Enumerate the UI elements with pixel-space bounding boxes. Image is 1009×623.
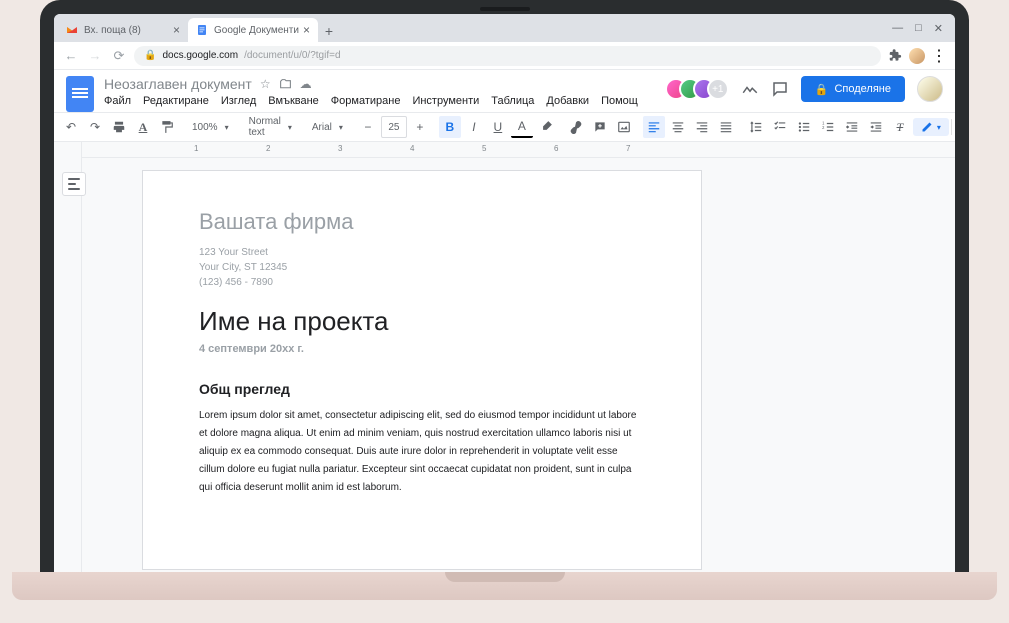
browser-tab-strip: Вх. поща (8) × Google Документи × + — □ …: [54, 14, 955, 42]
section-heading[interactable]: Общ преглед: [199, 381, 645, 397]
menu-icon[interactable]: ⋮: [931, 48, 947, 64]
close-window-icon[interactable]: ✕: [934, 22, 943, 35]
company-address[interactable]: 123 Your Street Your City, ST 12345 (123…: [199, 245, 645, 290]
document-page[interactable]: Вашата фирма 123 Your Street Your City, …: [142, 170, 702, 570]
bullet-list-button[interactable]: [793, 116, 815, 138]
move-icon[interactable]: [279, 78, 292, 91]
menu-edit[interactable]: Редактиране: [143, 95, 209, 107]
insert-link-button[interactable]: [565, 116, 587, 138]
align-justify-button[interactable]: [715, 116, 737, 138]
new-tab-button[interactable]: +: [318, 20, 340, 42]
back-button[interactable]: ←: [62, 48, 80, 63]
vertical-ruler[interactable]: [54, 142, 82, 572]
avatar-more: +1: [707, 78, 729, 100]
bold-button[interactable]: B: [439, 116, 461, 138]
numbered-list-button[interactable]: 12: [817, 116, 839, 138]
menu-file[interactable]: Файл: [104, 95, 131, 107]
profile-icon[interactable]: [909, 48, 925, 64]
star-icon[interactable]: ☆: [260, 77, 271, 91]
align-right-button[interactable]: [691, 116, 713, 138]
undo-button[interactable]: ↶: [60, 116, 82, 138]
font-size-input[interactable]: 25: [381, 116, 407, 138]
zoom-select[interactable]: 100%: [186, 117, 235, 137]
print-button[interactable]: [108, 116, 130, 138]
collaborator-avatars[interactable]: +1: [673, 78, 729, 100]
lock-icon: 🔒: [815, 83, 829, 96]
browser-toolbar: ← → ⟳ 🔒 docs.google.com/document/u/0/?tg…: [54, 42, 955, 70]
underline-button[interactable]: U: [487, 116, 509, 138]
address-bar[interactable]: 🔒 docs.google.com/document/u/0/?tgif=d: [134, 46, 881, 66]
forward-button[interactable]: →: [86, 48, 104, 63]
share-label: Споделяне: [834, 83, 891, 95]
increase-indent-button[interactable]: [865, 116, 887, 138]
align-center-button[interactable]: [667, 116, 689, 138]
document-date[interactable]: 4 септември 20xx г.: [199, 343, 645, 355]
text-color-button[interactable]: A: [511, 116, 533, 138]
menu-insert[interactable]: Вмъкване: [268, 95, 319, 107]
gmail-icon: [66, 24, 78, 36]
horizontal-ruler[interactable]: 1 2 3 4 5 6 7: [82, 142, 955, 158]
insert-image-button[interactable]: [613, 116, 635, 138]
minimize-icon[interactable]: —: [892, 22, 903, 34]
tab-title: Вх. поща (8): [84, 25, 141, 36]
menu-format[interactable]: Форматиране: [331, 95, 401, 107]
line-spacing-button[interactable]: [745, 116, 767, 138]
docs-icon: [196, 24, 208, 36]
formatting-toolbar: ↶ ↷ A 100% Normal text Arial − 25 +: [54, 112, 955, 142]
share-button[interactable]: 🔒 Споделяне: [801, 76, 905, 102]
paint-format-button[interactable]: [156, 116, 178, 138]
browser-tab-docs[interactable]: Google Документи ×: [188, 18, 318, 42]
close-icon[interactable]: ×: [173, 23, 180, 37]
url-path: /document/u/0/?tgif=d: [244, 50, 340, 61]
company-name[interactable]: Вашата фирма: [199, 209, 645, 235]
editor-area: 1 2 3 4 5 6 7 Вашата фирма 123 Your Stre…: [54, 142, 955, 572]
editing-mode-button[interactable]: ▾: [913, 118, 949, 136]
url-domain: docs.google.com: [162, 50, 238, 61]
reload-button[interactable]: ⟳: [110, 48, 128, 64]
account-avatar[interactable]: [917, 76, 943, 102]
docs-logo-icon[interactable]: [66, 76, 94, 112]
highlight-button[interactable]: [535, 116, 557, 138]
redo-button[interactable]: ↷: [84, 116, 106, 138]
style-select[interactable]: Normal text: [243, 117, 298, 137]
checklist-button[interactable]: [769, 116, 791, 138]
cloud-status-icon[interactable]: ☁: [300, 77, 312, 91]
lock-icon: 🔒: [144, 50, 156, 61]
activity-icon[interactable]: [741, 80, 759, 98]
menu-tools[interactable]: Инструменти: [412, 95, 479, 107]
maximize-icon[interactable]: □: [915, 22, 922, 34]
tab-title: Google Документи: [214, 25, 299, 36]
extensions-icon[interactable]: [887, 48, 903, 64]
insert-comment-button[interactable]: [589, 116, 611, 138]
font-select[interactable]: Arial: [306, 117, 349, 137]
docs-header: Неозаглавен документ ☆ ☁ Файл Редактиран…: [54, 70, 955, 112]
menu-help[interactable]: Помощ: [601, 95, 638, 107]
font-size-decrease[interactable]: −: [357, 116, 379, 138]
comments-icon[interactable]: [771, 80, 789, 98]
clear-formatting-button[interactable]: T: [889, 116, 911, 138]
decrease-indent-button[interactable]: [841, 116, 863, 138]
document-title[interactable]: Неозаглавен документ: [104, 76, 252, 92]
hide-menus-button[interactable]: ˆ: [954, 116, 955, 138]
chevron-down-icon: ▾: [937, 123, 941, 132]
project-title[interactable]: Име на проекта: [199, 306, 645, 337]
menu-bar: Файл Редактиране Изглед Вмъкване Формати…: [104, 95, 673, 107]
spellcheck-button[interactable]: A: [132, 116, 154, 138]
menu-table[interactable]: Таблица: [491, 95, 534, 107]
browser-tab-gmail[interactable]: Вх. поща (8) ×: [58, 18, 188, 42]
align-left-button[interactable]: [643, 116, 665, 138]
italic-button[interactable]: I: [463, 116, 485, 138]
body-paragraph[interactable]: Lorem ipsum dolor sit amet, consectetur …: [199, 407, 645, 497]
close-icon[interactable]: ×: [303, 23, 310, 37]
menu-addons[interactable]: Добавки: [546, 95, 589, 107]
font-size-increase[interactable]: +: [409, 116, 431, 138]
svg-text:2: 2: [822, 125, 825, 130]
menu-view[interactable]: Изглед: [221, 95, 256, 107]
